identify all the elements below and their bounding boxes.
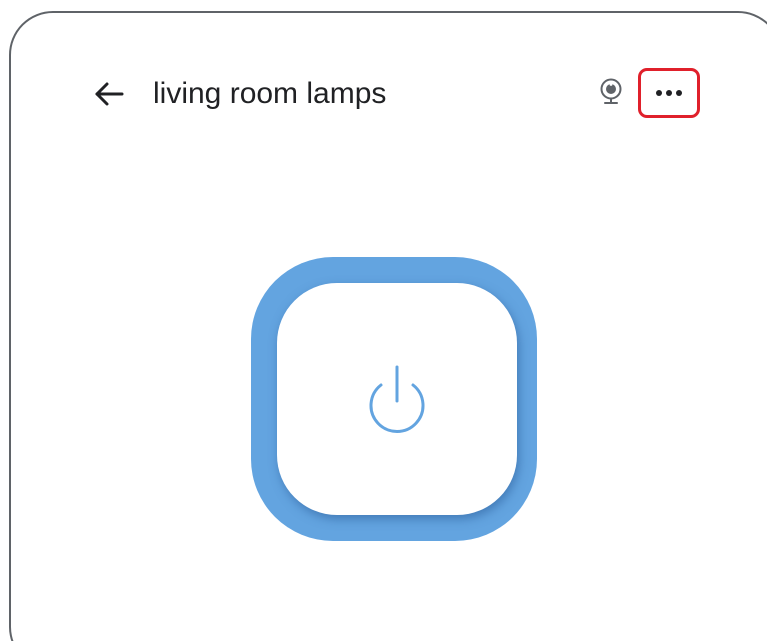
webcam-icon bbox=[600, 78, 622, 104]
back-button[interactable] bbox=[86, 70, 132, 118]
header: living room lamps bbox=[0, 0, 767, 190]
power-icon bbox=[369, 365, 425, 433]
device-title: living room lamps bbox=[153, 77, 387, 110]
more-options-button[interactable] bbox=[638, 68, 700, 118]
camera-button[interactable] bbox=[594, 74, 628, 110]
power-button[interactable] bbox=[277, 283, 517, 515]
more-horizontal-icon bbox=[656, 90, 682, 96]
arrow-left-icon bbox=[95, 82, 124, 106]
